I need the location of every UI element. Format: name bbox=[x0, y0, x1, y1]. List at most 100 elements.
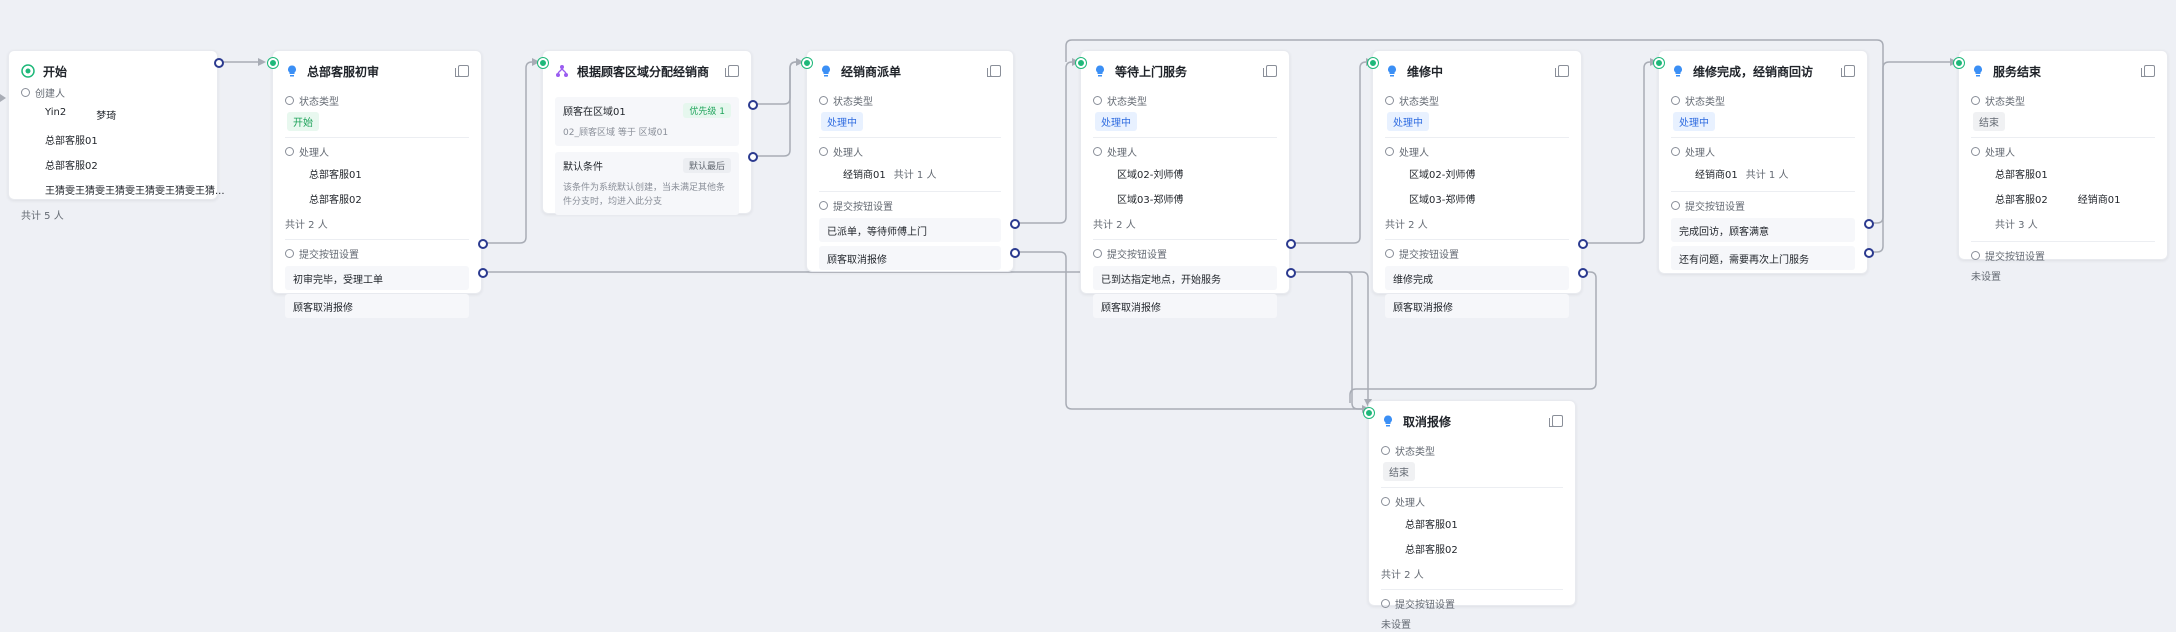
node-dealer-dispatch[interactable]: 经销商派单 状态类型 处理中 处理人 经销商01 共计 1 人 提交按钮设置 已派… bbox=[802, 50, 1020, 272]
input-connector[interactable] bbox=[1076, 58, 1086, 68]
handler-item: 经销商01 bbox=[1695, 170, 1738, 181]
gear-icon bbox=[1093, 248, 1102, 258]
status-icon bbox=[285, 95, 294, 105]
total-count: 共计 3 人 bbox=[1995, 220, 2038, 231]
status-badge: 处理中 bbox=[1387, 112, 1429, 131]
node-wait-service[interactable]: 等待上门服务 状态类型 处理中 处理人 区域02-刘师傅 区域03-郑师傅 共计 … bbox=[1076, 50, 1296, 318]
copy-icon[interactable] bbox=[2141, 65, 2155, 77]
copy-icon[interactable] bbox=[987, 65, 1001, 77]
node-title: 维修中 bbox=[1407, 64, 1444, 79]
handler-item: 总部客服02 bbox=[309, 195, 362, 206]
output-connector[interactable] bbox=[1578, 239, 1588, 249]
action-button-row[interactable]: 顾客取消报修 bbox=[285, 294, 469, 318]
output-connector[interactable] bbox=[1010, 248, 1020, 258]
total-count: 共计 2 人 bbox=[1381, 570, 1424, 581]
bulb-icon bbox=[1384, 415, 1392, 427]
copy-icon[interactable] bbox=[1841, 65, 1855, 77]
handler-label: 处理人 bbox=[1395, 497, 1425, 509]
copy-icon[interactable] bbox=[1555, 65, 1569, 77]
output-connector[interactable] bbox=[1286, 239, 1296, 249]
status-type-label: 状态类型 bbox=[1685, 96, 1725, 108]
handler-label: 处理人 bbox=[1107, 147, 1137, 159]
output-connector[interactable] bbox=[478, 239, 488, 249]
output-connector[interactable] bbox=[1578, 268, 1588, 278]
status-badge: 结束 bbox=[1973, 112, 2005, 131]
user-icon bbox=[1093, 146, 1102, 156]
output-connector[interactable] bbox=[478, 268, 488, 278]
output-connector[interactable] bbox=[748, 100, 758, 110]
action-button-row[interactable]: 顾客取消报修 bbox=[819, 246, 1001, 270]
input-connector[interactable] bbox=[1654, 58, 1664, 68]
creator-item: 王猜雯王猜雯王猜雯王猜雯王猜雯王猜... bbox=[45, 186, 225, 197]
action-button-row[interactable]: 初审完毕，受理工单 bbox=[285, 266, 469, 290]
node-title: 维修完成，经销商回访 bbox=[1693, 64, 1814, 79]
condition-branch[interactable]: 默认条件 默认最后 该条件为系统默认创建，当未满足其他条件分支时，均进入此分支 bbox=[555, 152, 739, 215]
bulb-icon bbox=[1388, 65, 1396, 77]
submit-settings-label: 提交按钮设置 bbox=[299, 249, 359, 261]
gear-icon bbox=[1381, 598, 1390, 608]
status-type-label: 状态类型 bbox=[1399, 96, 1439, 108]
input-connector[interactable] bbox=[268, 58, 278, 68]
handler-item: 区域02-刘师傅 bbox=[1117, 170, 1184, 181]
handler-item: 区域03-郑师傅 bbox=[1409, 195, 1476, 206]
node-service-end[interactable]: 服务结束 状态类型 结束 处理人 总部客服01 总部客服02 经销商01 共计 3 人… bbox=[1954, 50, 2168, 283]
output-connector[interactable] bbox=[1010, 219, 1020, 229]
output-connector[interactable] bbox=[1864, 248, 1874, 258]
input-connector[interactable] bbox=[1364, 408, 1374, 418]
input-connector[interactable] bbox=[802, 58, 812, 68]
total-count: 共计 5 人 bbox=[21, 211, 64, 222]
action-button-row[interactable]: 顾客取消报修 bbox=[1385, 294, 1569, 318]
status-badge: 处理中 bbox=[1095, 112, 1137, 131]
node-route[interactable]: 根据顾客区域分配经销商 顾客在区域01 优先级 1 02_顾客区域 等于 区域01… bbox=[538, 50, 758, 215]
input-connector[interactable] bbox=[1954, 58, 1964, 68]
user-icon bbox=[819, 146, 828, 156]
input-connector[interactable] bbox=[1368, 58, 1378, 68]
submit-settings-label: 提交按钮设置 bbox=[1985, 251, 2045, 263]
submit-settings-label: 提交按钮设置 bbox=[1685, 201, 1745, 213]
node-title: 等待上门服务 bbox=[1115, 64, 1188, 79]
input-connector[interactable] bbox=[538, 58, 548, 68]
action-button-row[interactable]: 顾客取消报修 bbox=[1093, 294, 1277, 318]
output-connector[interactable] bbox=[214, 58, 224, 68]
total-count: 共计 1 人 bbox=[893, 170, 937, 181]
gear-icon bbox=[285, 248, 294, 258]
action-button-row[interactable]: 已派单，等待师傅上门 bbox=[819, 218, 1001, 242]
workflow-canvas[interactable]: 开始 创建人 Yin2 梦琦 总部客服01 总部客服02 王猜雯王猜雯王猜雯王猜… bbox=[0, 0, 2176, 632]
user-icon bbox=[1381, 496, 1390, 506]
copy-icon[interactable] bbox=[1263, 65, 1277, 77]
priority-badge: 默认最后 bbox=[682, 158, 731, 173]
output-connector[interactable] bbox=[748, 152, 758, 162]
bulb-icon bbox=[1974, 65, 1982, 77]
gear-icon bbox=[1385, 248, 1394, 258]
gear-icon bbox=[1971, 250, 1980, 260]
priority-badge: 优先级 1 bbox=[683, 103, 731, 118]
node-hq-review[interactable]: 总部客服初审 状态类型 开始 处理人 总部客服01 总部客服02 共计 2 人 提… bbox=[268, 50, 488, 318]
user-icon bbox=[1385, 146, 1394, 156]
status-icon bbox=[819, 95, 828, 105]
total-count: 共计 2 人 bbox=[285, 220, 328, 231]
bulb-icon bbox=[822, 65, 830, 77]
output-connector[interactable] bbox=[1864, 219, 1874, 229]
status-type-label: 状态类型 bbox=[1395, 446, 1435, 458]
node-start[interactable]: 开始 创建人 Yin2 梦琦 总部客服01 总部客服02 王猜雯王猜雯王猜雯王猜… bbox=[8, 50, 225, 222]
handler-item: 区域03-郑师傅 bbox=[1117, 195, 1184, 206]
action-button-row[interactable]: 已到达指定地点，开始服务 bbox=[1093, 266, 1277, 290]
action-button-row[interactable]: 还有问题，需要再次上门服务 bbox=[1671, 246, 1855, 270]
copy-icon[interactable] bbox=[725, 65, 739, 77]
node-revisit[interactable]: 维修完成，经销商回访 状态类型 处理中 处理人 经销商01 共计 1 人 提交按钮… bbox=[1654, 50, 1874, 274]
condition-desc: 02_顾客区域 等于 区域01 bbox=[563, 128, 669, 138]
output-connector[interactable] bbox=[1286, 268, 1296, 278]
action-button-row[interactable]: 维修完成 bbox=[1385, 266, 1569, 290]
submit-settings-label: 提交按钮设置 bbox=[1395, 599, 1455, 611]
action-button-row[interactable]: 完成回访，顾客满意 bbox=[1671, 218, 1855, 242]
copy-icon[interactable] bbox=[455, 65, 469, 77]
handler-item: 总部客服01 bbox=[1405, 520, 1458, 531]
bulb-icon bbox=[288, 65, 296, 77]
copy-icon[interactable] bbox=[1549, 415, 1563, 427]
node-cancel[interactable]: 取消报修 状态类型 结束 处理人 总部客服01 总部客服02 共计 2 人 提交按… bbox=[1364, 400, 1576, 631]
node-repairing[interactable]: 维修中 状态类型 处理中 处理人 区域02-刘师傅 区域03-郑师傅 共计 2 人… bbox=[1368, 50, 1588, 318]
status-badge: 处理中 bbox=[821, 112, 863, 131]
condition-branch[interactable]: 顾客在区域01 优先级 1 02_顾客区域 等于 区域01 bbox=[555, 97, 739, 146]
user-icon bbox=[1971, 146, 1980, 156]
creator-item: 梦琦 bbox=[96, 111, 117, 122]
